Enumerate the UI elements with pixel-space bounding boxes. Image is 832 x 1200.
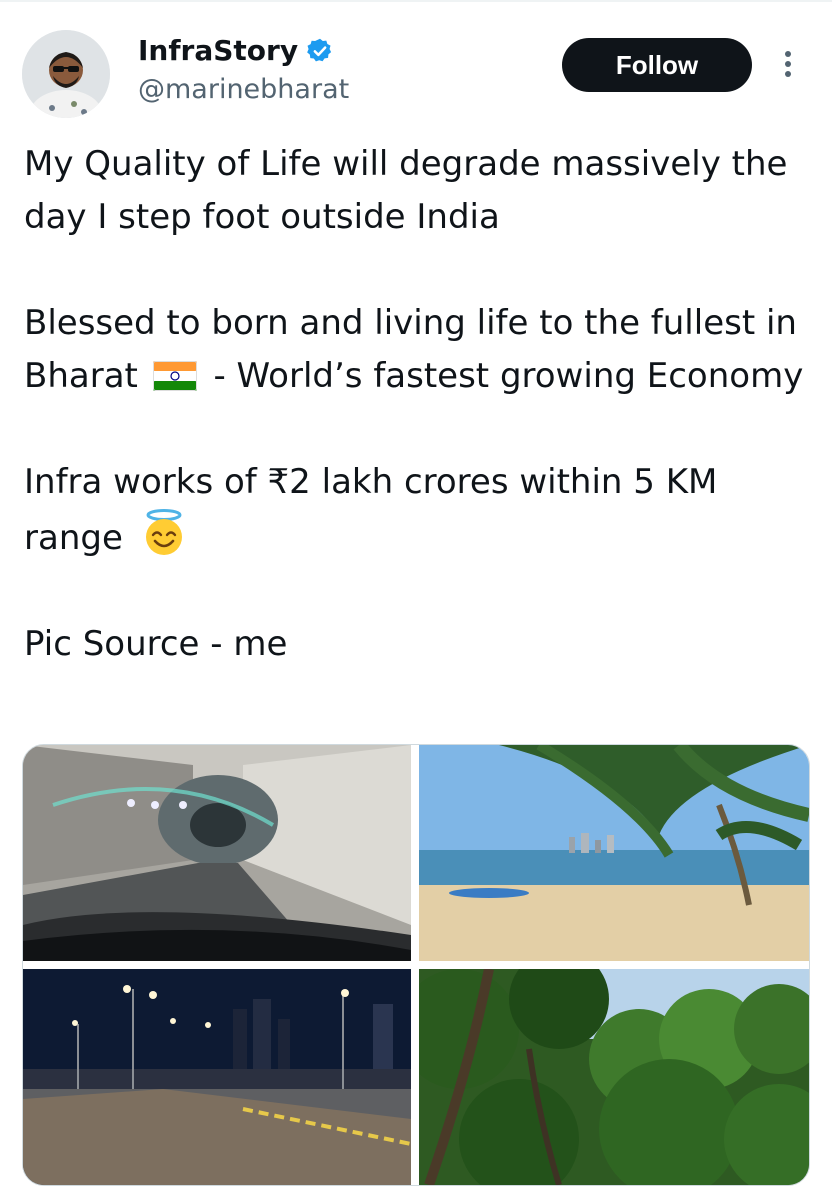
verified-badge-icon	[307, 38, 332, 61]
tweet-paragraph-3-text: Infra works of ₹2 lakh crores within 5 K…	[24, 462, 718, 558]
tweet-paragraph-3: Infra works of ₹2 lakh crores within 5 K…	[24, 456, 814, 565]
tweet-paragraph-2: Blessed to born and living life to the f…	[24, 297, 814, 403]
forest-photo[interactable]	[419, 969, 809, 1185]
tweet-body: My Quality of Life will degrade massivel…	[24, 138, 814, 671]
smiling-face-with-halo-icon	[145, 509, 182, 555]
display-name[interactable]: InfraStory	[138, 34, 298, 67]
beach-photo[interactable]	[419, 745, 809, 961]
tweet-paragraph-2-part-2: - World’s fastest growing Economy	[213, 356, 804, 396]
night-road-photo[interactable]	[23, 969, 411, 1185]
top-divider	[0, 0, 832, 2]
author-name-row[interactable]: InfraStory	[138, 34, 334, 67]
more-vertical-icon[interactable]	[776, 44, 800, 84]
user-handle[interactable]: @marinebharat	[138, 74, 349, 105]
user-avatar[interactable]	[22, 30, 110, 118]
india-flag-icon	[152, 361, 197, 391]
tunnel-photo[interactable]	[23, 745, 411, 961]
follow-button[interactable]: Follow	[562, 38, 752, 92]
tweet-paragraph-4: Pic Source - me	[24, 624, 288, 664]
media-grid	[22, 744, 810, 1186]
tweet-paragraph-1: My Quality of Life will degrade massivel…	[24, 144, 788, 237]
